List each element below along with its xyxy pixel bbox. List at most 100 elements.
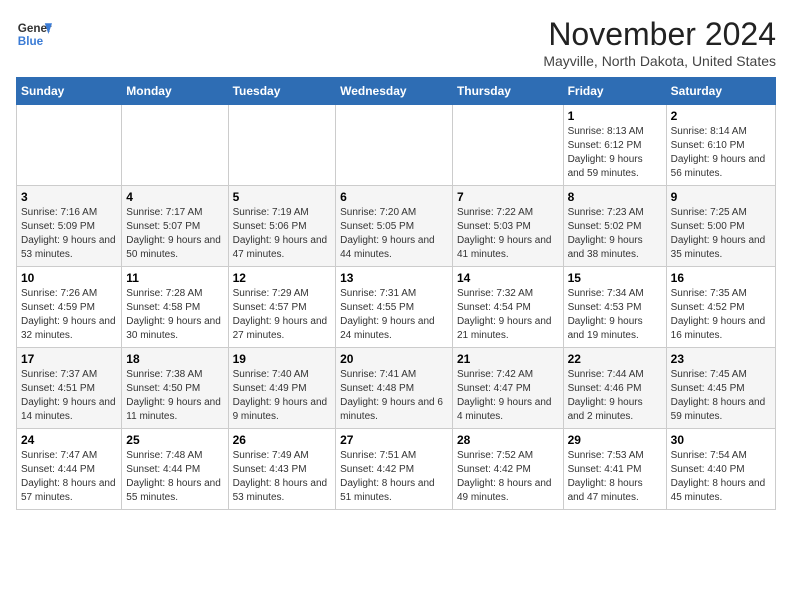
header-cell-saturday: Saturday <box>666 78 775 105</box>
calendar-cell: 27 Sunrise: 7:51 AM Sunset: 4:42 PM Dayli… <box>336 429 453 510</box>
calendar-week-row: 1 Sunrise: 8:13 AM Sunset: 6:12 PM Daylig… <box>17 105 776 186</box>
day-number: 9 <box>671 190 771 204</box>
day-number: 25 <box>126 433 223 447</box>
day-number: 23 <box>671 352 771 366</box>
day-info: Sunrise: 7:20 AM Sunset: 5:05 PM Dayligh… <box>340 206 448 262</box>
calendar-week-row: 17Sunrise: 7:37 AM Sunset: 4:51 PM Dayli… <box>17 348 776 429</box>
svg-text:Blue: Blue <box>18 35 44 48</box>
calendar-cell: 25 Sunrise: 7:48 AM Sunset: 4:44 PM Dayli… <box>122 429 228 510</box>
day-info: Sunrise: 8:14 AM Sunset: 6:10 PM Dayligh… <box>671 125 771 181</box>
calendar-cell: 12 Sunrise: 7:29 AM Sunset: 4:57 PM Dayli… <box>228 267 336 348</box>
title-section: November 2024 Mayville, North Dakota, Un… <box>543 16 776 69</box>
day-info: Sunrise: 7:47 AM Sunset: 4:44 PM Dayligh… <box>21 449 117 505</box>
calendar-cell: 20 Sunrise: 7:41 AM Sunset: 4:48 PM Dayli… <box>336 348 453 429</box>
header-cell-friday: Friday <box>563 78 666 105</box>
calendar-cell: 7Sunrise: 7:22 AM Sunset: 5:03 PM Daylig… <box>452 186 563 267</box>
day-number: 24 <box>21 433 117 447</box>
day-number: 29 <box>568 433 662 447</box>
header-cell-monday: Monday <box>122 78 228 105</box>
day-number: 14 <box>457 271 559 285</box>
page-title: November 2024 <box>543 16 776 53</box>
header-cell-sunday: Sunday <box>17 78 122 105</box>
day-info: Sunrise: 7:42 AM Sunset: 4:47 PM Dayligh… <box>457 368 559 424</box>
calendar-cell <box>17 105 122 186</box>
calendar-cell: 19 Sunrise: 7:40 AM Sunset: 4:49 PM Dayli… <box>228 348 336 429</box>
day-info: Sunrise: 7:25 AM Sunset: 5:00 PM Dayligh… <box>671 206 771 262</box>
calendar-cell: 24 Sunrise: 7:47 AM Sunset: 4:44 PM Dayli… <box>17 429 122 510</box>
calendar-cell: 2Sunrise: 8:14 AM Sunset: 6:10 PM Daylig… <box>666 105 775 186</box>
calendar-cell: 14Sunrise: 7:32 AM Sunset: 4:54 PM Dayli… <box>452 267 563 348</box>
day-number: 8 <box>568 190 662 204</box>
day-number: 19 <box>233 352 332 366</box>
calendar-cell: 4 Sunrise: 7:17 AM Sunset: 5:07 PM Daylig… <box>122 186 228 267</box>
day-number: 6 <box>340 190 448 204</box>
calendar-cell <box>122 105 228 186</box>
day-info: Sunrise: 7:44 AM Sunset: 4:46 PM Dayligh… <box>568 368 662 424</box>
calendar-week-row: 3Sunrise: 7:16 AM Sunset: 5:09 PM Daylig… <box>17 186 776 267</box>
header-cell-thursday: Thursday <box>452 78 563 105</box>
calendar-cell: 28Sunrise: 7:52 AM Sunset: 4:42 PM Dayli… <box>452 429 563 510</box>
day-number: 1 <box>568 109 662 123</box>
day-info: Sunrise: 7:23 AM Sunset: 5:02 PM Dayligh… <box>568 206 662 262</box>
day-number: 30 <box>671 433 771 447</box>
day-number: 12 <box>233 271 332 285</box>
day-info: Sunrise: 7:35 AM Sunset: 4:52 PM Dayligh… <box>671 287 771 343</box>
day-info: Sunrise: 7:34 AM Sunset: 4:53 PM Dayligh… <box>568 287 662 343</box>
day-info: Sunrise: 7:28 AM Sunset: 4:58 PM Dayligh… <box>126 287 223 343</box>
day-number: 20 <box>340 352 448 366</box>
day-info: Sunrise: 7:48 AM Sunset: 4:44 PM Dayligh… <box>126 449 223 505</box>
day-info: Sunrise: 7:51 AM Sunset: 4:42 PM Dayligh… <box>340 449 448 505</box>
calendar-cell: 8 Sunrise: 7:23 AM Sunset: 5:02 PM Daylig… <box>563 186 666 267</box>
day-info: Sunrise: 7:52 AM Sunset: 4:42 PM Dayligh… <box>457 449 559 505</box>
calendar-header: SundayMondayTuesdayWednesdayThursdayFrid… <box>17 78 776 105</box>
calendar-cell: 29Sunrise: 7:53 AM Sunset: 4:41 PM Dayli… <box>563 429 666 510</box>
calendar-cell: 23 Sunrise: 7:45 AM Sunset: 4:45 PM Dayli… <box>666 348 775 429</box>
calendar-cell: 10Sunrise: 7:26 AM Sunset: 4:59 PM Dayli… <box>17 267 122 348</box>
logo: General Blue <box>16 16 52 52</box>
calendar-cell: 6 Sunrise: 7:20 AM Sunset: 5:05 PM Daylig… <box>336 186 453 267</box>
calendar-week-row: 24 Sunrise: 7:47 AM Sunset: 4:44 PM Dayli… <box>17 429 776 510</box>
day-info: Sunrise: 7:49 AM Sunset: 4:43 PM Dayligh… <box>233 449 332 505</box>
calendar-cell: 9 Sunrise: 7:25 AM Sunset: 5:00 PM Daylig… <box>666 186 775 267</box>
day-info: Sunrise: 7:40 AM Sunset: 4:49 PM Dayligh… <box>233 368 332 424</box>
calendar-cell <box>452 105 563 186</box>
calendar-body: 1 Sunrise: 8:13 AM Sunset: 6:12 PM Daylig… <box>17 105 776 510</box>
calendar-cell: 1 Sunrise: 8:13 AM Sunset: 6:12 PM Daylig… <box>563 105 666 186</box>
day-number: 26 <box>233 433 332 447</box>
day-info: Sunrise: 7:17 AM Sunset: 5:07 PM Dayligh… <box>126 206 223 262</box>
day-number: 4 <box>126 190 223 204</box>
calendar-cell: 18 Sunrise: 7:38 AM Sunset: 4:50 PM Dayli… <box>122 348 228 429</box>
day-info: Sunrise: 7:38 AM Sunset: 4:50 PM Dayligh… <box>126 368 223 424</box>
calendar-cell: 15 Sunrise: 7:34 AM Sunset: 4:53 PM Dayli… <box>563 267 666 348</box>
day-number: 11 <box>126 271 223 285</box>
day-number: 15 <box>568 271 662 285</box>
calendar-cell: 17Sunrise: 7:37 AM Sunset: 4:51 PM Dayli… <box>17 348 122 429</box>
day-info: Sunrise: 7:19 AM Sunset: 5:06 PM Dayligh… <box>233 206 332 262</box>
day-info: Sunrise: 7:54 AM Sunset: 4:40 PM Dayligh… <box>671 449 771 505</box>
day-number: 16 <box>671 271 771 285</box>
calendar-cell <box>336 105 453 186</box>
calendar-table: SundayMondayTuesdayWednesdayThursdayFrid… <box>16 77 776 510</box>
day-number: 3 <box>21 190 117 204</box>
day-number: 18 <box>126 352 223 366</box>
calendar-cell <box>228 105 336 186</box>
calendar-cell: 30 Sunrise: 7:54 AM Sunset: 4:40 PM Dayli… <box>666 429 775 510</box>
day-number: 22 <box>568 352 662 366</box>
day-info: Sunrise: 7:22 AM Sunset: 5:03 PM Dayligh… <box>457 206 559 262</box>
page-header: General Blue November 2024 Mayville, Nor… <box>16 16 776 69</box>
day-number: 10 <box>21 271 117 285</box>
calendar-cell: 16 Sunrise: 7:35 AM Sunset: 4:52 PM Dayli… <box>666 267 775 348</box>
day-info: Sunrise: 7:45 AM Sunset: 4:45 PM Dayligh… <box>671 368 771 424</box>
day-number: 13 <box>340 271 448 285</box>
day-info: Sunrise: 7:29 AM Sunset: 4:57 PM Dayligh… <box>233 287 332 343</box>
calendar-cell: 3Sunrise: 7:16 AM Sunset: 5:09 PM Daylig… <box>17 186 122 267</box>
header-row: SundayMondayTuesdayWednesdayThursdayFrid… <box>17 78 776 105</box>
day-number: 5 <box>233 190 332 204</box>
day-number: 27 <box>340 433 448 447</box>
day-info: Sunrise: 8:13 AM Sunset: 6:12 PM Dayligh… <box>568 125 662 181</box>
calendar-week-row: 10Sunrise: 7:26 AM Sunset: 4:59 PM Dayli… <box>17 267 776 348</box>
calendar-cell: 11 Sunrise: 7:28 AM Sunset: 4:58 PM Dayli… <box>122 267 228 348</box>
calendar-cell: 21Sunrise: 7:42 AM Sunset: 4:47 PM Dayli… <box>452 348 563 429</box>
day-info: Sunrise: 7:41 AM Sunset: 4:48 PM Dayligh… <box>340 368 448 424</box>
calendar-cell: 26 Sunrise: 7:49 AM Sunset: 4:43 PM Dayli… <box>228 429 336 510</box>
